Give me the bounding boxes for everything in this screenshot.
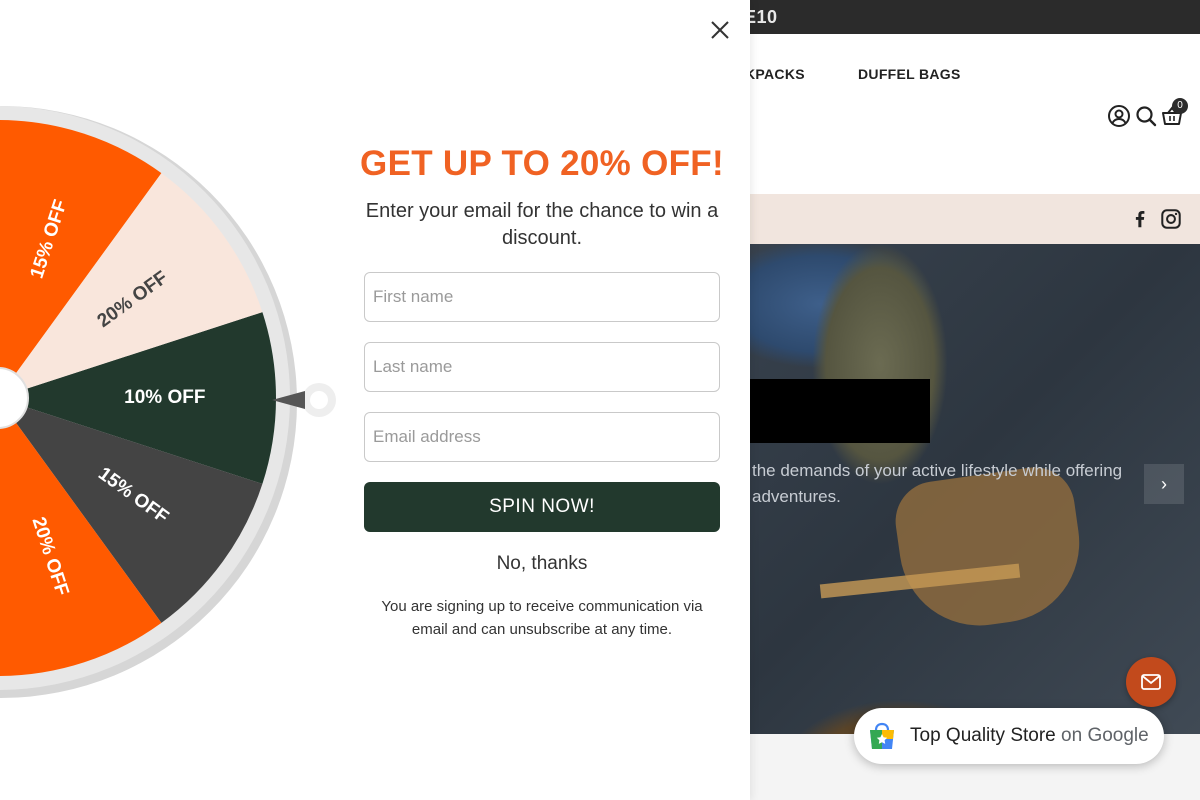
nav-duffel-bags[interactable]: DUFFEL BAGS [858, 66, 961, 82]
google-store-badge[interactable]: Top Quality Store on Google [854, 708, 1164, 764]
last-name-field[interactable] [364, 342, 720, 392]
close-icon[interactable] [707, 17, 733, 43]
instagram-icon[interactable] [1160, 208, 1182, 230]
mail-icon [1141, 674, 1161, 690]
cart-count-badge: 0 [1172, 98, 1188, 114]
spin-now-button[interactable]: SPIN NOW! [364, 482, 720, 532]
wheel-pointer-knob-inner [310, 391, 328, 409]
email-field[interactable] [364, 412, 720, 462]
spin-wheel-popup: 10% OFF15% OFF20% OFF10% OFF15% OFF20% O… [0, 0, 750, 800]
google-badge-suffix: on Google [1061, 725, 1149, 746]
hero-title-block [750, 379, 930, 443]
contact-mail-button[interactable] [1126, 657, 1176, 707]
google-badge-store-name: Top Quality Store [910, 725, 1056, 746]
first-name-field[interactable] [364, 272, 720, 322]
consent-fine-print: You are signing up to receive communicat… [381, 598, 703, 638]
google-badge-text: Top Quality Store on Google [910, 725, 1149, 747]
search-icon[interactable] [1134, 104, 1158, 128]
hero-next-arrow[interactable]: › [1144, 464, 1184, 504]
popup-title: GET UP TO 20% OFF! [360, 144, 724, 183]
account-icon[interactable] [1107, 104, 1131, 128]
nav-backpacks[interactable]: KPACKS [745, 66, 805, 82]
prize-wheel: 10% OFF15% OFF20% OFF10% OFF15% OFF20% O… [0, 106, 336, 698]
popup-subtitle: Enter your email for the chance to win a… [365, 200, 719, 249]
hero-description: the demands of your active lifestyle whi… [752, 461, 1123, 506]
google-shopping-bag-icon [870, 722, 894, 749]
facebook-icon[interactable] [1129, 208, 1151, 230]
no-thanks-link[interactable]: No, thanks [442, 553, 642, 575]
wheel-slice-label: 10% OFF [124, 387, 205, 408]
